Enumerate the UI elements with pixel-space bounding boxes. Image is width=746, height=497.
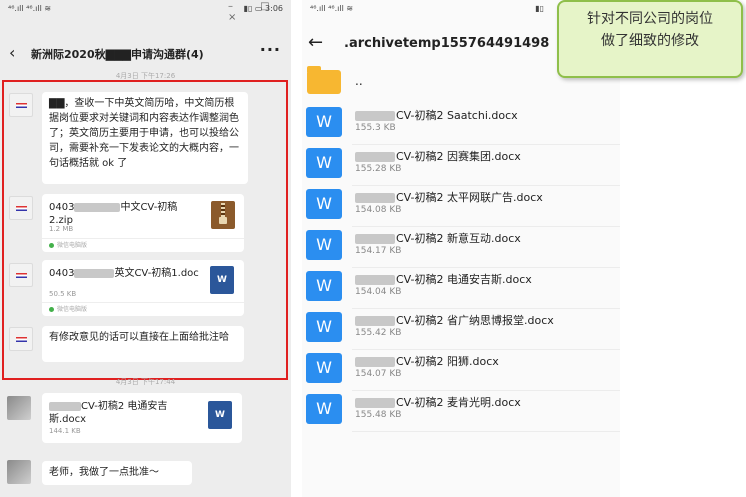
word-file-icon: W bbox=[306, 148, 342, 178]
avatar[interactable] bbox=[9, 196, 33, 220]
word-file-icon: W bbox=[306, 189, 342, 219]
zip-file-icon bbox=[211, 201, 235, 229]
file-name: CV-初稿2 Saatchi.docx bbox=[355, 107, 518, 123]
file-name: CV-初稿2 电通安吉斯.docx bbox=[49, 401, 168, 425]
file-row[interactable]: W CV-初稿2 阳狮.docx 154.07 KB bbox=[302, 350, 620, 391]
file-source: 微信电脑版 bbox=[42, 302, 244, 316]
file-name: CV-初稿2 因赛集团.docx bbox=[355, 148, 521, 164]
file-size: 50.5 KB bbox=[49, 290, 77, 298]
status-bar: ⁴⁶.ıll ⁴⁶.ıll ≋ – □ × ▮▯ ▭ 3:06 bbox=[0, 0, 291, 23]
file-row[interactable]: W CV-初稿2 因赛集团.docx 155.28 KB bbox=[302, 145, 620, 186]
chat-title: 新洲际2020秋▇▇▇申请沟通群(4) bbox=[31, 48, 204, 61]
file-size: 154.17 KB bbox=[355, 246, 402, 256]
folder-path: .archivetemp155764491498 bbox=[344, 36, 550, 51]
file-name: 0403 中文CV-初稿2.zip bbox=[49, 202, 178, 226]
file-message-doc[interactable]: 0403 英文CV-初稿1.doc 50.5 KB W 微信电脑版 bbox=[42, 260, 244, 316]
avatar[interactable] bbox=[9, 93, 33, 117]
file-row[interactable]: W CV-初稿2 太平网联广告.docx 154.08 KB bbox=[302, 186, 620, 227]
folder-icon bbox=[307, 66, 341, 94]
file-row[interactable]: W CV-初稿2 电通安吉斯.docx 154.04 KB bbox=[302, 268, 620, 309]
message-bubble[interactable]: ▇▇，查收一下中英文简历哈，中文简历根据岗位要求对关键词和内容表达作调整润色了；… bbox=[42, 92, 248, 184]
uk-flag-icon bbox=[16, 206, 27, 211]
file-source: 微信电脑版 bbox=[42, 238, 244, 252]
avatar[interactable] bbox=[7, 460, 31, 484]
message-bubble[interactable]: 老师，我做了一点批准～ bbox=[42, 461, 192, 485]
file-name: CV-初稿2 阳狮.docx bbox=[355, 353, 499, 369]
file-size: 154.07 KB bbox=[355, 369, 402, 379]
callout-line-2: 做了细致的修改 bbox=[601, 33, 699, 49]
annotation-callout: 针对不同公司的岗位 做了细致的修改 bbox=[557, 0, 743, 78]
back-arrow-icon[interactable]: ← bbox=[308, 32, 323, 53]
word-file-icon: W bbox=[306, 107, 342, 137]
chat-header: ‹ 新洲际2020秋▇▇▇申请沟通群(4) ··· bbox=[0, 40, 291, 64]
file-name: CV-初稿2 电通安吉斯.docx bbox=[355, 271, 532, 287]
word-doc-icon: W bbox=[210, 266, 234, 294]
avatar[interactable] bbox=[9, 263, 33, 287]
word-file-icon: W bbox=[306, 394, 342, 424]
message-bubble[interactable]: 有修改意见的话可以直接在上面给批注哈 bbox=[42, 326, 244, 362]
word-file-icon: W bbox=[306, 312, 342, 342]
file-size: 144.1 KB bbox=[49, 427, 81, 435]
word-file-icon: W bbox=[306, 230, 342, 260]
file-name: CV-初稿2 太平网联广告.docx bbox=[355, 189, 543, 205]
avatar[interactable] bbox=[9, 327, 33, 351]
word-file-icon: W bbox=[306, 271, 342, 301]
uk-flag-icon bbox=[16, 337, 27, 342]
signal-wifi-icons: ⁴⁶.ıll ⁴⁶.ıll ≋ bbox=[310, 4, 354, 13]
wechat-chat-screen: ⁴⁶.ıll ⁴⁶.ıll ≋ – □ × ▮▯ ▭ 3:06 ‹ 新洲际202… bbox=[0, 0, 291, 497]
file-size: 155.28 KB bbox=[355, 164, 402, 174]
file-size: 155.3 KB bbox=[355, 123, 396, 133]
battery-icon: ▮▯ bbox=[535, 4, 544, 13]
avatar[interactable] bbox=[7, 396, 31, 420]
back-arrow-icon[interactable]: ‹ bbox=[9, 43, 15, 62]
file-name: 0403 英文CV-初稿1.doc bbox=[49, 268, 199, 279]
file-name: CV-初稿2 省广纳思博报堂.docx bbox=[355, 312, 554, 328]
word-doc-icon: W bbox=[208, 401, 232, 429]
file-size: 154.04 KB bbox=[355, 287, 402, 297]
file-name: CV-初稿2 麦肯光明.docx bbox=[355, 394, 521, 410]
file-message-doc[interactable]: CV-初稿2 电通安吉斯.docx 144.1 KB W bbox=[42, 393, 242, 443]
file-row[interactable]: W CV-初稿2 Saatchi.docx 155.3 KB bbox=[302, 104, 620, 145]
timestamp: 4月3日 下午17:44 bbox=[115, 378, 176, 386]
file-row[interactable]: W CV-初稿2 麦肯光明.docx 155.48 KB bbox=[302, 391, 620, 432]
more-options-icon[interactable]: ··· bbox=[260, 40, 281, 59]
file-message-zip[interactable]: 0403 中文CV-初稿2.zip 1.2 MB 微信电脑版 bbox=[42, 194, 244, 252]
uk-flag-icon bbox=[16, 273, 27, 278]
signal-wifi-icons: ⁴⁶.ıll ⁴⁶.ıll ≋ bbox=[8, 4, 52, 13]
file-size: 154.08 KB bbox=[355, 205, 402, 215]
file-size: 155.48 KB bbox=[355, 410, 402, 420]
status-time: ▮▯ ▭ 3:06 bbox=[243, 4, 283, 13]
parent-folder-label: .. bbox=[355, 74, 363, 88]
file-row[interactable]: W CV-初稿2 省广纳思博报堂.docx 155.42 KB bbox=[302, 309, 620, 350]
uk-flag-icon bbox=[16, 103, 27, 108]
file-size: 155.42 KB bbox=[355, 328, 402, 338]
file-name: CV-初稿2 新意互动.docx bbox=[355, 230, 521, 246]
callout-line-1: 针对不同公司的岗位 bbox=[587, 11, 713, 27]
file-size: 1.2 MB bbox=[49, 225, 74, 233]
file-row[interactable]: W CV-初稿2 新意互动.docx 154.17 KB bbox=[302, 227, 620, 268]
word-file-icon: W bbox=[306, 353, 342, 383]
